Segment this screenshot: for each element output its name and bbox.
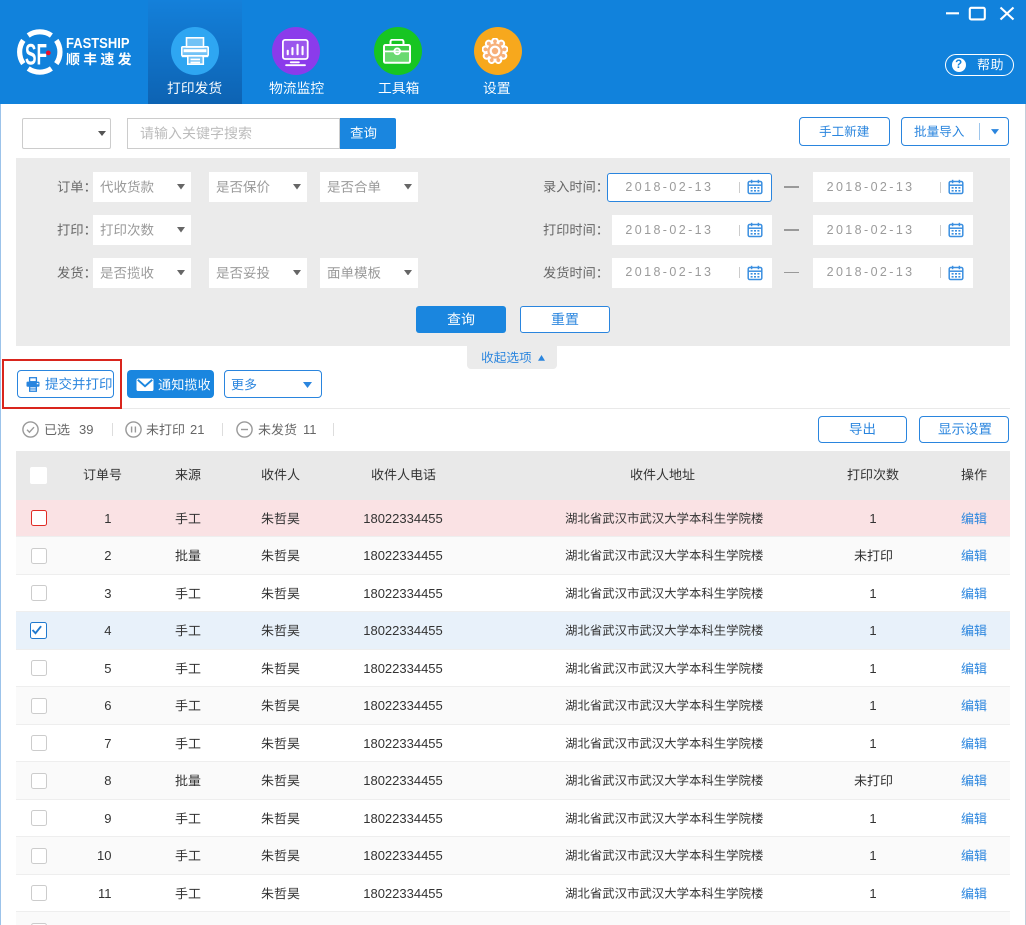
- svg-text:SF: SF: [25, 39, 47, 72]
- svg-text:FASTSHIP: FASTSHIP: [66, 36, 130, 50]
